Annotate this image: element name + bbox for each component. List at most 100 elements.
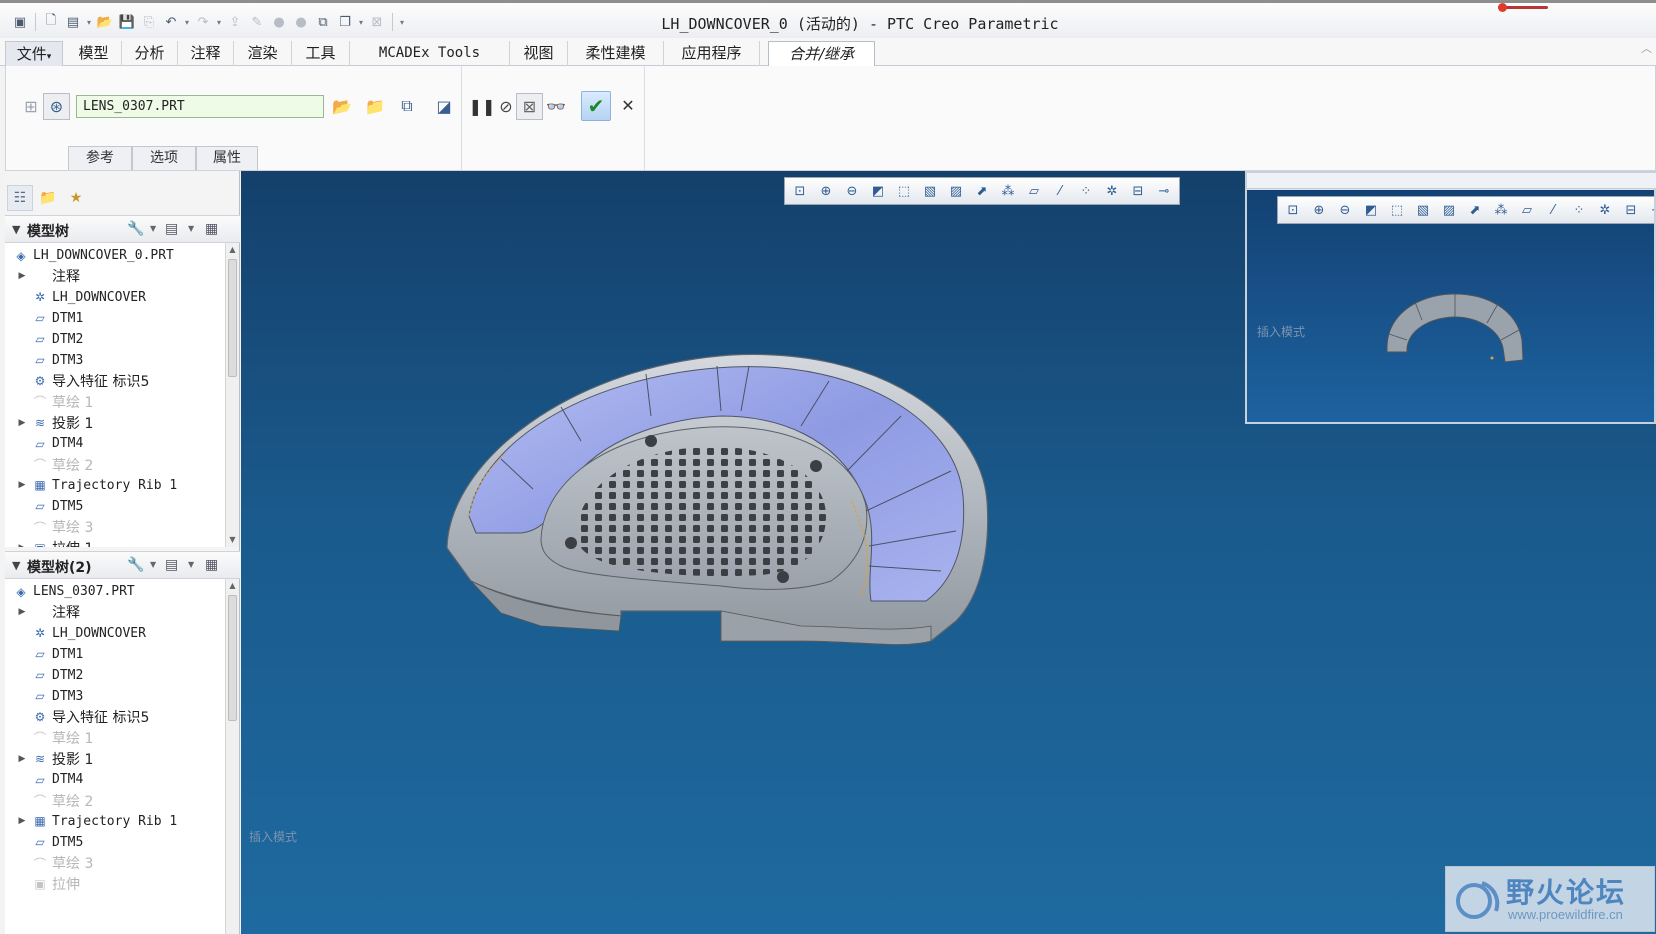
tree-root-part[interactable]: ◈ LENS_0307.PRT (5, 581, 225, 602)
tab-applications[interactable]: 应用程序 (664, 41, 760, 66)
expand-icon[interactable]: ▶ (17, 754, 27, 764)
confirm-button[interactable]: ✔ (581, 91, 611, 121)
tree-item[interactable]: ▱ DTM2 (5, 329, 225, 350)
tree-root-part[interactable]: ◈ LH_DOWNCOVER_0.PRT (5, 245, 225, 266)
model-tree-tab-icon[interactable]: ☷ (7, 185, 33, 211)
tree-item[interactable]: ▣ 拉伸 (5, 874, 225, 895)
tab-flexible-modeling[interactable]: 柔性建模 (568, 41, 664, 66)
expand-icon[interactable]: ▶ (17, 418, 27, 428)
sketch-icon: ⌒ (33, 395, 46, 410)
tree-item[interactable]: ▶ ▣ 拉伸 1 (5, 538, 225, 547)
tree-item[interactable]: ⌒ 草绘 1 (5, 391, 225, 412)
show-icon[interactable]: ▤ (165, 557, 178, 573)
tree-item[interactable]: ▶ 注释 (5, 266, 225, 287)
tree-item-label: 导入特征 标识5 (52, 709, 150, 726)
model-file-field[interactable]: LENS_0307.PRT (76, 95, 324, 118)
tree-item[interactable]: ⚙ 导入特征 标识5 (5, 370, 225, 391)
tree-item[interactable]: ▱ DTM1 (5, 308, 225, 329)
chevron-down-icon[interactable]: ▼ (150, 560, 156, 569)
tree-item[interactable]: ▱ DTM3 (5, 350, 225, 371)
tree-item[interactable]: ▱ DTM5 (5, 832, 225, 853)
verify-glasses-icon[interactable]: 👓 (543, 93, 569, 119)
open-folder-icon[interactable]: 📂 (329, 93, 355, 119)
place-component-icon[interactable]: 📁 (362, 93, 388, 119)
show-icon[interactable]: ▤ (165, 221, 178, 237)
settings-icon[interactable]: 🔧 (127, 557, 144, 573)
tree-item[interactable]: ▱ DTM1 (5, 644, 225, 665)
reference-model-window[interactable]: ⊡⊕⊖◩⬚▧▨⬈⁂▱⁄⁘✲⊟⊸ 插入模式 (1245, 171, 1656, 424)
model-tree-2-scrollbar[interactable]: ▲ (225, 579, 239, 934)
tree-item[interactable]: ▱ DTM3 (5, 686, 225, 707)
tab-annotate[interactable]: 注释 (178, 41, 234, 66)
tab-analysis[interactable]: 分析 (122, 41, 178, 66)
expand-icon[interactable]: ▶ (17, 271, 27, 281)
tree-item[interactable]: ▶ 注释 (5, 602, 225, 623)
tree-item[interactable]: ▱ DTM2 (5, 665, 225, 686)
expand-icon[interactable]: ▶ (17, 607, 27, 617)
slider-knob[interactable] (1498, 3, 1507, 12)
tab-mcadex-tools[interactable]: MCADEx Tools (350, 41, 510, 66)
tree-item-label: 草绘 3 (52, 856, 94, 873)
tab-view[interactable]: 视图 (510, 41, 568, 66)
tree-item[interactable]: ⌒ 草绘 2 (5, 790, 225, 811)
extrude-icon: ▣ (32, 540, 48, 547)
tree-item[interactable]: ▱ DTM4 (5, 769, 225, 790)
tree-item[interactable]: ▶ ≋ 投影 1 (5, 412, 225, 433)
pause-icon[interactable]: ❚❚ (469, 93, 496, 119)
scroll-down-icon[interactable]: ▼ (226, 533, 239, 547)
settings-icon[interactable]: 🔧 (127, 221, 144, 237)
scroll-thumb[interactable] (228, 259, 237, 377)
lens-preview-model[interactable] (1247, 190, 1654, 422)
chevron-down-icon[interactable]: ▼ (150, 224, 156, 233)
tree-item[interactable]: ⌒ 草绘 2 (5, 454, 225, 475)
copy-reference-icon[interactable]: ⊛ (43, 93, 70, 120)
preview-icon[interactable]: ⊠ (516, 93, 543, 120)
tree-item[interactable]: ✲ LH_DOWNCOVER (5, 287, 225, 308)
status-slider[interactable] (1498, 3, 1548, 12)
tree-item[interactable]: ▱ DTM4 (5, 433, 225, 454)
tree-columns-icon[interactable]: ▦ (205, 557, 218, 573)
tree-item[interactable]: ▱ DTM5 (5, 496, 225, 517)
tree-item[interactable]: ⌒ 草绘 3 (5, 517, 225, 538)
chevron-up-icon[interactable]: ︿ (1641, 40, 1652, 56)
tree-item[interactable]: ▶ ▦ Trajectory Rib 1 (5, 475, 225, 496)
favorites-icon[interactable]: ★ (63, 185, 89, 211)
subtab-options[interactable]: 选项 (132, 146, 196, 170)
expand-icon[interactable]: ▶ (17, 816, 27, 826)
expand-icon[interactable]: ▶ (17, 543, 27, 547)
tab-render[interactable]: 渲染 (234, 41, 292, 66)
model-tree-header[interactable]: ▼ 模型树 🔧 ▼ ▤ ▼ ▦ (5, 215, 240, 243)
cancel-button[interactable]: ✕ (618, 93, 638, 119)
chevron-down-icon[interactable]: ▼ (188, 224, 194, 233)
reference-type-icon[interactable]: ⊞ (18, 93, 44, 119)
collapse-icon[interactable]: ▼ (12, 223, 20, 236)
tab-tools[interactable]: 工具 (292, 41, 350, 66)
tree-item[interactable]: ▶ ▦ Trajectory Rib 1 (5, 811, 225, 832)
model-tree-2-header[interactable]: ▼ 模型树(2) 🔧 ▼ ▤ ▼ ▦ (5, 551, 240, 579)
subtab-properties[interactable]: 属性 (196, 146, 258, 170)
folder-browser-icon[interactable]: 📁 (35, 185, 61, 211)
model-tree-scrollbar[interactable]: ▲ ▼ (225, 243, 239, 547)
tree-item[interactable]: ⚙ 导入特征 标识5 (5, 706, 225, 727)
collapse-icon[interactable]: ▼ (12, 559, 20, 572)
tree-item-label: 草绘 1 (52, 730, 94, 747)
copy-geometry-icon[interactable]: ⧉ (394, 93, 420, 119)
tree-item[interactable]: ⌒ 草绘 1 (5, 727, 225, 748)
scroll-up-icon[interactable]: ▲ (226, 579, 239, 593)
tree-item-label: 投影 1 (52, 751, 94, 768)
reference-model-viewport[interactable]: ⊡⊕⊖◩⬚▧▨⬈⁂▱⁄⁘✲⊟⊸ 插入模式 (1247, 190, 1654, 422)
tab-file[interactable]: 文件▾ (5, 41, 63, 66)
tree-item[interactable]: ▶ ≋ 投影 1 (5, 748, 225, 769)
expand-icon[interactable]: ▶ (17, 480, 27, 490)
scroll-up-icon[interactable]: ▲ (226, 243, 239, 257)
tab-merge-inheritance[interactable]: 合并/继承 (768, 41, 875, 67)
subtab-references[interactable]: 参考 (68, 146, 132, 170)
tree-item[interactable]: ⌒ 草绘 3 (5, 853, 225, 874)
tree-item[interactable]: ✲ LH_DOWNCOVER (5, 623, 225, 644)
reference-window-titlebar[interactable] (1247, 173, 1656, 189)
datum-plane-icon[interactable]: ◪ (431, 93, 457, 119)
tree-columns-icon[interactable]: ▦ (205, 221, 218, 237)
tab-model[interactable]: 模型 (66, 41, 122, 66)
scroll-thumb[interactable] (228, 595, 237, 721)
chevron-down-icon[interactable]: ▼ (188, 560, 194, 569)
